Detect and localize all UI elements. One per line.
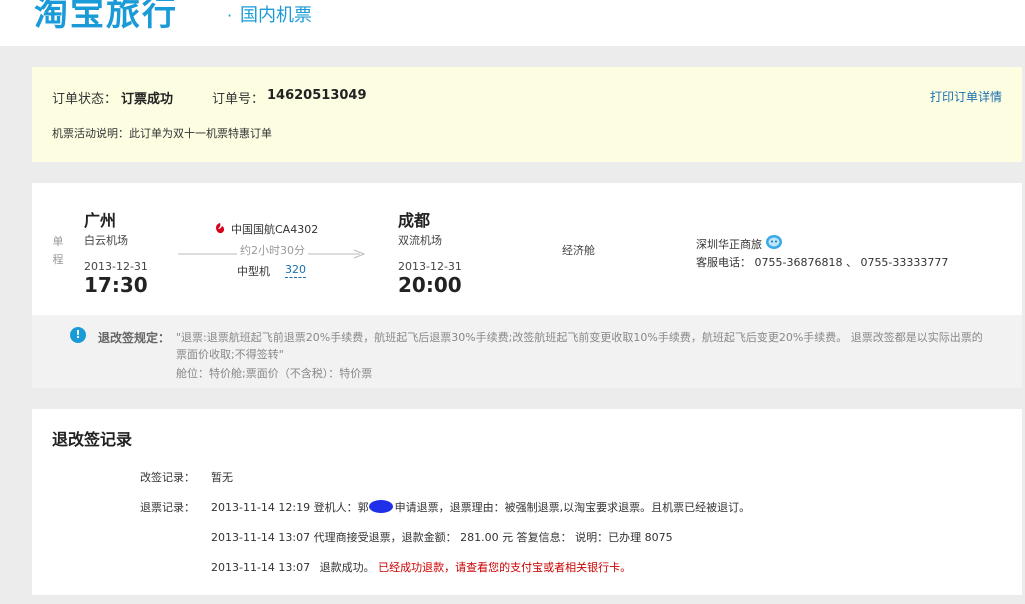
departure-date: 2013-12-31: [84, 260, 148, 273]
order-status-value: 订票成功: [121, 92, 174, 107]
plane-model-link[interactable]: 320: [285, 263, 306, 278]
activity-note: 机票活动说明：此订单为双十一机票特惠订单: [52, 127, 272, 140]
order-number-value: 14620513049: [267, 88, 367, 103]
refund-success-highlight: 已经成功退款，请查看您的支付宝或者相关银行卡。: [378, 561, 632, 574]
list-item: 2013-11-14 13:07 退款成功。 已经成功退款，请查看您的支付宝或者…: [211, 559, 631, 575]
arrival-airport: 双流机场: [398, 234, 442, 247]
logo-separator: ·: [227, 6, 233, 25]
arrival-date: 2013-12-31: [398, 260, 462, 273]
page-header: 淘宝旅行 · 国内机票: [0, 0, 1025, 46]
departure-time: 17:30: [84, 273, 148, 297]
change-record-label: 改签记录：: [140, 471, 195, 484]
info-icon: !: [70, 327, 86, 343]
record-time: 2013-11-14 13:07: [211, 561, 311, 574]
service-phone: 客服电话： 0755-36876818 、 0755-33333777: [696, 256, 949, 269]
flight-duration: 约2小时30分: [237, 242, 308, 258]
order-status-label: 订单状态：: [52, 92, 118, 107]
record-text: 申请退票，退票理由：被强制退票,以淘宝要求退票。且机票已经被退订。: [394, 501, 751, 514]
cabin-class: 经济舱: [562, 244, 595, 257]
agency-name: 深圳华正商旅: [696, 237, 762, 251]
refund-record-panel: 退改签记录 改签记录： 暂无 退票记录： 2013-11-14 12:19 登机…: [32, 409, 1022, 595]
record-time: 2013-11-14 12:19: [211, 501, 311, 514]
cabin-price-note: 舱位：特价舱;票面价（不含税）：特价票: [176, 367, 373, 380]
airline-flight-number: 中国国航CA4302: [231, 223, 319, 236]
rules-text: "退票:退票航班起飞前退票20%手续费，航班起飞后退票30%手续费;改签航班起飞…: [176, 331, 983, 361]
record-text: 代理商接受退票，退款金额： 281.00 元 答复信息： 说明：已办理 8075: [313, 531, 673, 544]
plane-type: 中型机: [237, 265, 270, 278]
list-item: 2013-11-14 13:07 代理商接受退票，退款金额： 281.00 元 …: [211, 529, 673, 545]
departure-airport: 白云机场: [84, 234, 128, 247]
refund-record-label: 退票记录：: [140, 501, 195, 514]
arrival-time: 20:00: [398, 273, 462, 297]
section-title[interactable]: 国内机票: [240, 5, 312, 27]
trip-type: 单程: [52, 235, 64, 266]
change-record-value: 暂无: [211, 471, 233, 484]
record-title: 退改签记录: [52, 430, 133, 449]
rules-label: 退改签规定：: [98, 331, 171, 345]
wangwang-chat-icon[interactable]: [765, 234, 783, 253]
agency-info: 深圳华正商旅: [696, 234, 783, 253]
taobao-travel-logo[interactable]: 淘宝旅行: [34, 0, 178, 34]
print-order-link[interactable]: 打印订单详情: [930, 88, 1002, 105]
arrival-city: 成都: [398, 211, 431, 230]
order-status-panel: 订单状态： 订票成功 订单号： 14620513049 打印订单详情 机票活动说…: [32, 67, 1022, 162]
record-time: 2013-11-14 13:07: [211, 531, 311, 544]
flight-info-panel: 单程 广州 白云机场 2013-12-31 17:30 中国国航CA4302 约…: [32, 183, 1022, 388]
order-number-label: 订单号：: [212, 92, 265, 107]
departure-city: 广州: [84, 211, 117, 230]
airline-info: 中国国航CA4302: [213, 221, 318, 237]
air-china-logo-icon: [213, 222, 227, 236]
refund-rules-section: ! 退改签规定： "退票:退票航班起飞前退票20%手续费，航班起飞后退票30%手…: [32, 315, 1022, 388]
list-item: 2013-11-14 12:19 登机人：郭 申请退票，退票理由：被强制退票,以淘…: [211, 499, 750, 515]
record-text: 退款成功。: [319, 561, 375, 574]
redacted-name: [368, 500, 393, 513]
passenger-label: 登机人：郭: [313, 501, 369, 514]
